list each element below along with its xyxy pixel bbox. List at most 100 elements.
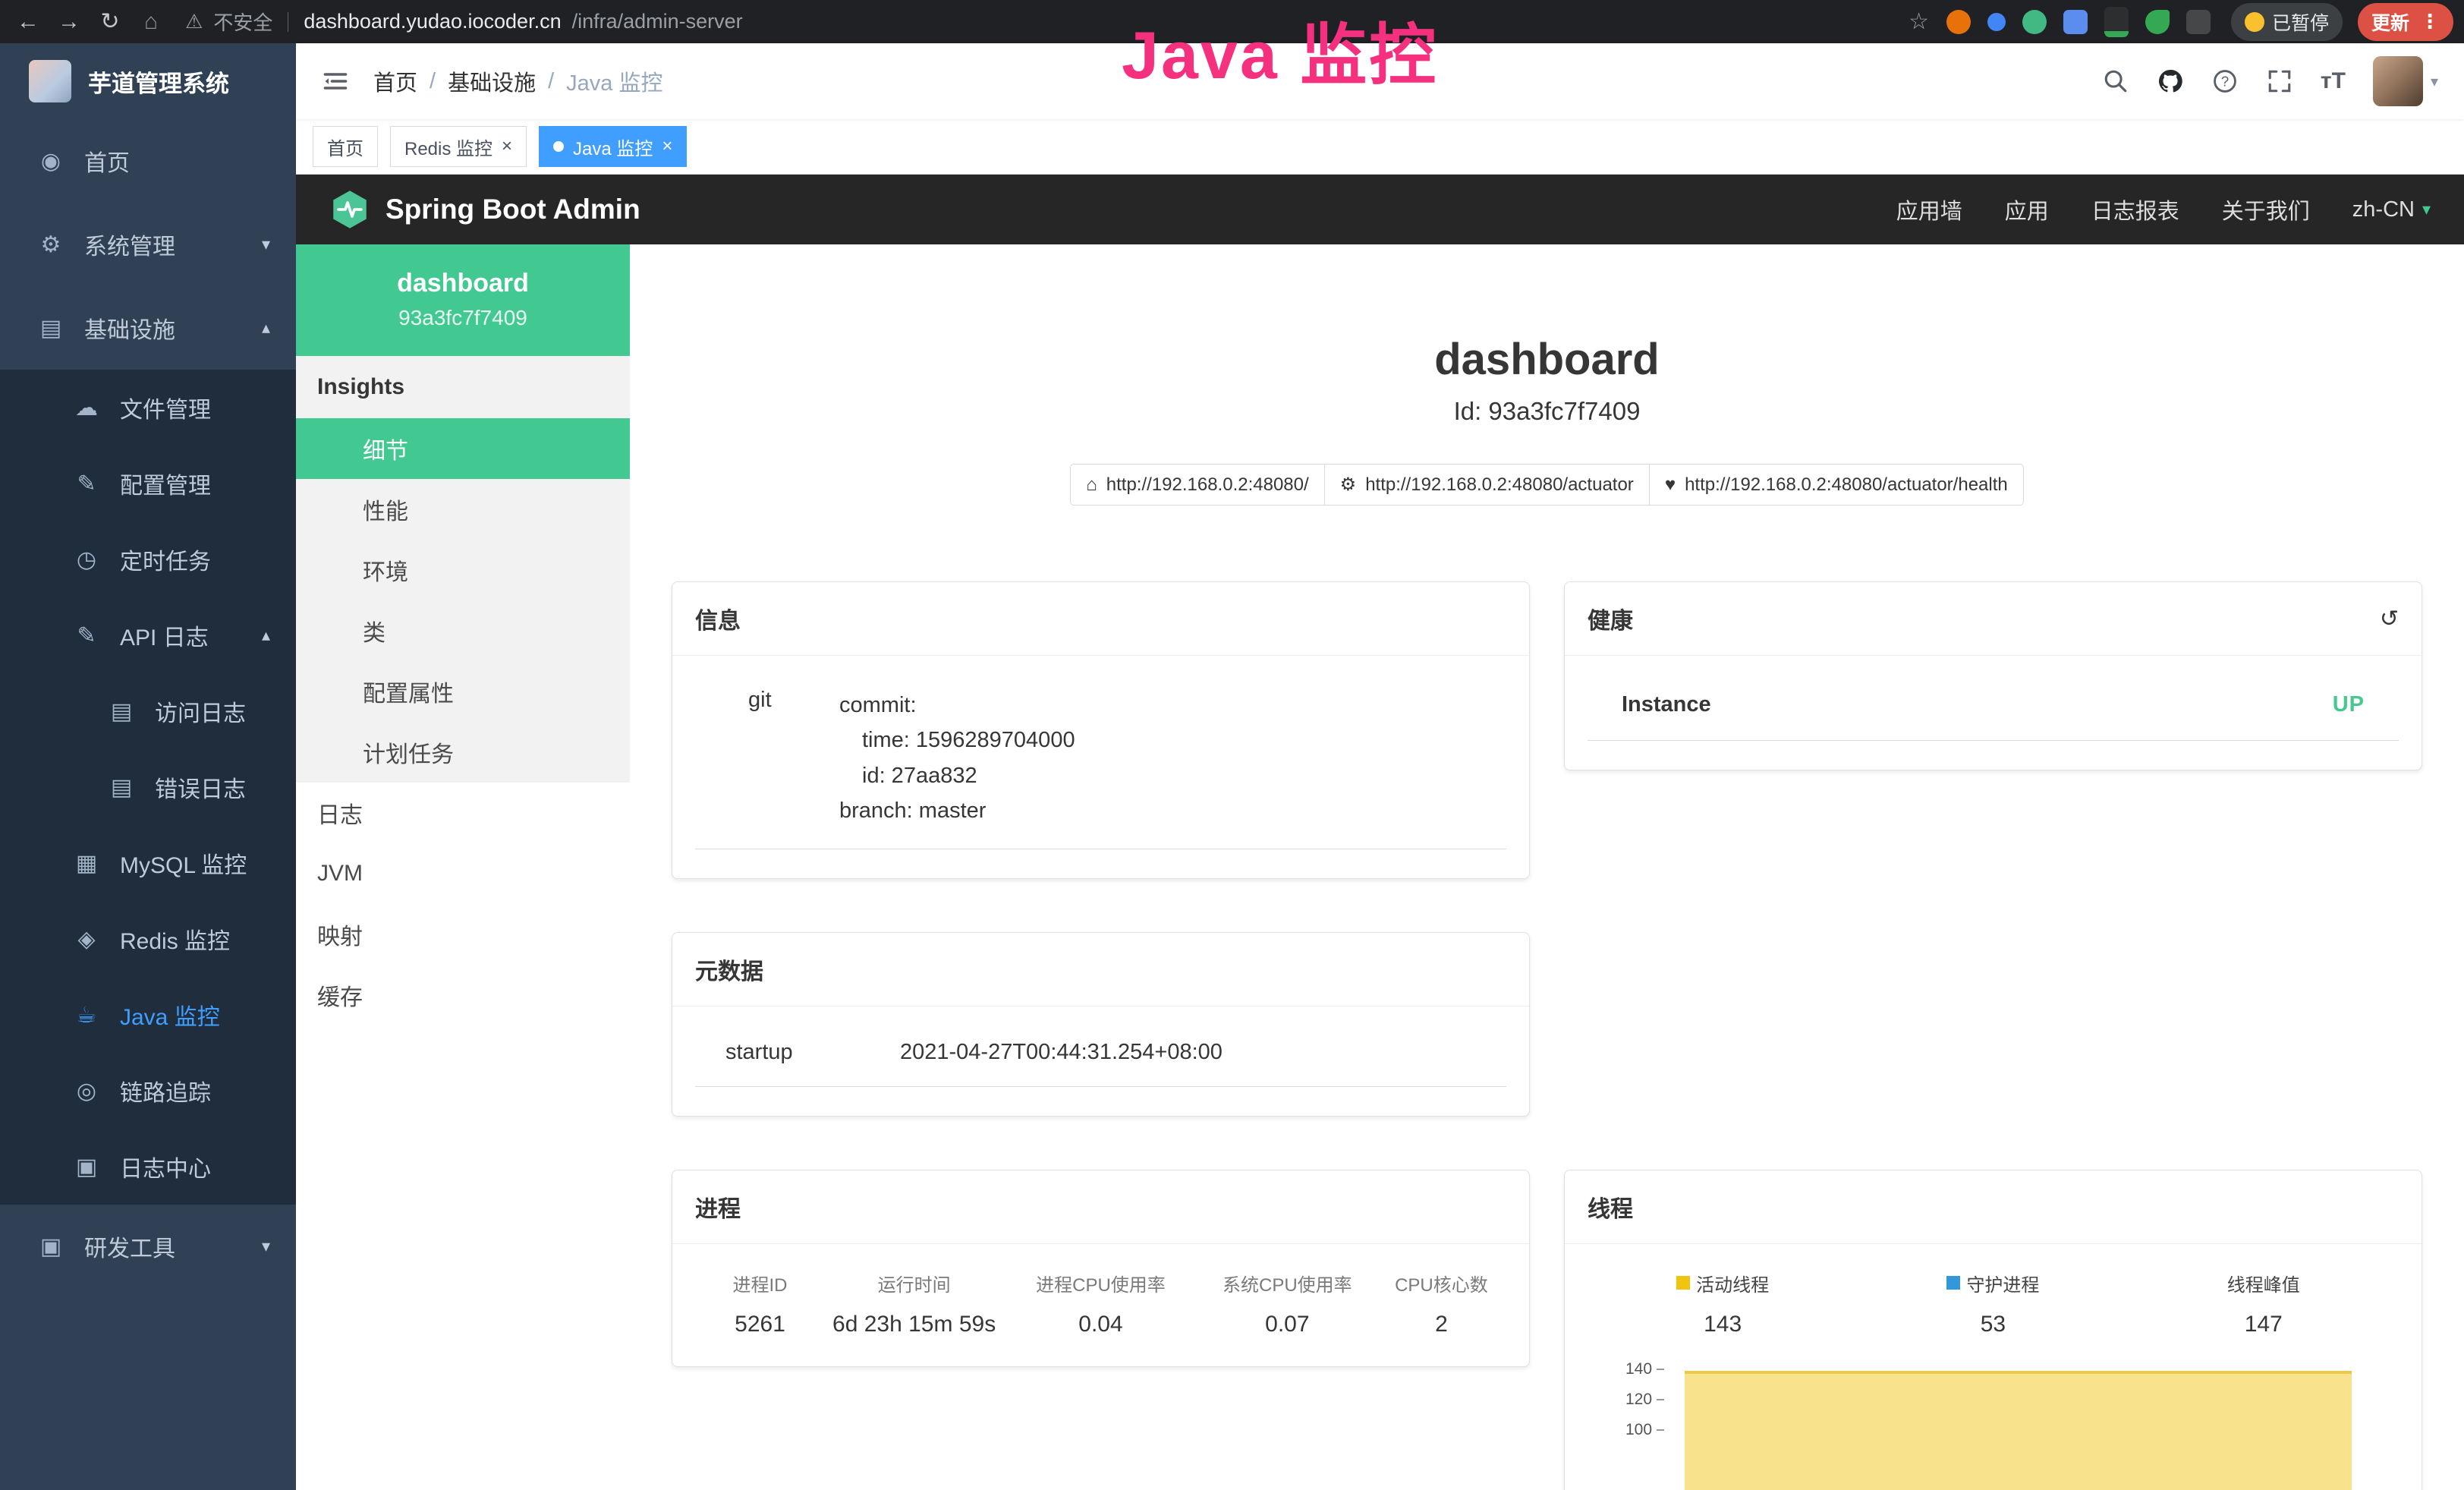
bookmark-star-icon[interactable]: ☆: [1909, 8, 1929, 35]
process-col-cpu-cores: CPU核心数 2: [1377, 1270, 1506, 1337]
user-menu[interactable]: ▾: [2373, 56, 2438, 106]
sidebar-item-redis-monitor[interactable]: ◈ Redis 监控: [0, 901, 296, 977]
sidebar-item-scheduled-tasks[interactable]: ◷ 定时任务: [0, 521, 296, 597]
sidebar-item-java-monitor[interactable]: ☕ Java 监控: [0, 977, 296, 1053]
search-icon[interactable]: [2102, 68, 2129, 95]
redis-icon: ◈: [70, 926, 103, 953]
sidebar-item-label: 访问日志: [155, 695, 246, 728]
log-edit-icon: ✎: [70, 622, 103, 649]
tag-java-monitor[interactable]: Java 监控 ×: [539, 126, 687, 167]
sidebar-logo[interactable]: 芋道管理系统: [0, 43, 296, 119]
cards-grid: 信息 git commit: time: 1596289704000 id: 2…: [672, 581, 2422, 1490]
sba-item-environment[interactable]: 环境: [296, 540, 630, 600]
health-instance-row[interactable]: Instance UP: [1588, 677, 2399, 741]
sba-item-metrics[interactable]: 性能: [296, 479, 630, 540]
sidebar-item-trace[interactable]: ◎ 链路追踪: [0, 1053, 296, 1129]
tag-label: Java 监控: [573, 134, 653, 160]
logo-title: 芋道管理系统: [88, 65, 229, 99]
database-icon: ▦: [70, 850, 103, 877]
sidebar-item-mysql-monitor[interactable]: ▦ MySQL 监控: [0, 825, 296, 901]
wrench-icon: ⚙: [1340, 474, 1357, 496]
breadcrumb-home[interactable]: 首页: [373, 65, 417, 97]
instance-header[interactable]: dashboard 93a3fc7f7409: [296, 244, 630, 356]
update-button[interactable]: 更新 ⋮: [2358, 3, 2453, 41]
sba-nav-about[interactable]: 关于我们: [2222, 194, 2310, 225]
hamburger-icon[interactable]: [322, 68, 349, 95]
spring-boot-admin-frame: Spring Boot Admin 应用墙 应用 日志报表 关于我们 zh-CN…: [296, 175, 2464, 1490]
chevron-up-icon: ▴: [262, 318, 270, 338]
sba-brand-name: Spring Boot Admin: [385, 194, 640, 225]
sidebar-item-infrastructure[interactable]: ▤ 基础设施 ▴: [0, 286, 296, 370]
reload-button[interactable]: ↻: [93, 8, 127, 35]
font-size-icon[interactable]: тT: [2321, 68, 2346, 94]
sba-item-jvm[interactable]: JVM: [296, 843, 630, 904]
process-col-pid: 进程ID 5261: [695, 1270, 825, 1337]
sidebar-item-label: 错误日志: [155, 770, 246, 804]
extension-icon-7[interactable]: [2186, 10, 2211, 34]
forward-button[interactable]: →: [52, 9, 87, 35]
paused-profile-badge[interactable]: 已暂停: [2231, 3, 2343, 41]
document-icon: ▤: [105, 774, 138, 801]
sba-nav-wallboard[interactable]: 应用墙: [1896, 194, 1962, 225]
process-col-system-cpu: 系统CPU使用率 0.07: [1198, 1270, 1377, 1337]
close-icon[interactable]: ×: [662, 137, 672, 156]
sidebar-item-config-management[interactable]: ✎ 配置管理: [0, 446, 296, 521]
back-button[interactable]: ←: [11, 9, 46, 35]
sba-item-classes[interactable]: 类: [296, 600, 630, 661]
legend-value: 147: [2129, 1312, 2399, 1337]
security-badge[interactable]: 不安全: [213, 8, 272, 36]
threads-card-body: 活动线程 143 守护进程: [1565, 1244, 2422, 1490]
tag-redis-monitor[interactable]: Redis 监控 ×: [390, 126, 527, 167]
extension-icon-6[interactable]: [2145, 10, 2170, 34]
sidebar-item-log-center[interactable]: ▣ 日志中心: [0, 1129, 296, 1205]
extension-icon-5[interactable]: [2104, 7, 2129, 37]
service-url-link[interactable]: ⌂ http://192.168.0.2:48080/: [1070, 464, 1324, 506]
process-col-uptime: 运行时间 6d 23h 15m 59s: [825, 1270, 1003, 1337]
close-icon[interactable]: ×: [502, 137, 512, 156]
github-icon[interactable]: [2157, 68, 2184, 95]
sba-item-details[interactable]: 细节: [296, 418, 630, 479]
vue-devtools-icon[interactable]: [2022, 10, 2047, 34]
sba-brand[interactable]: Spring Boot Admin: [329, 189, 640, 230]
help-icon[interactable]: ?: [2211, 68, 2239, 95]
sba-item-scheduled-tasks[interactable]: 计划任务: [296, 722, 630, 783]
browser-menu-icon[interactable]: ⋮: [2420, 10, 2440, 33]
sba-locale-select[interactable]: zh-CN ▾: [2352, 197, 2431, 222]
home-button[interactable]: ⌂: [134, 9, 168, 35]
sidebar-item-file-management[interactable]: ☁ 文件管理: [0, 370, 296, 446]
fullscreen-icon[interactable]: [2266, 68, 2293, 95]
sba-nav-applications[interactable]: 应用: [2005, 194, 2049, 225]
sidebar-item-access-logs[interactable]: ▤ 访问日志: [0, 673, 296, 749]
extension-icon-2[interactable]: [1987, 13, 2006, 31]
health-card: 健康 ↺ Instance UP: [1564, 581, 2422, 770]
history-icon[interactable]: ↺: [2380, 606, 2399, 632]
sidebar-item-label: API 日志: [120, 619, 209, 652]
sidebar-item-api-logs[interactable]: ✎ API 日志 ▴: [0, 597, 296, 673]
sidebar-item-system-management[interactable]: ⚙ 系统管理 ▾: [0, 203, 296, 286]
sidebar-item-error-logs[interactable]: ▤ 错误日志: [0, 749, 296, 825]
process-card: 进程 进程ID 5261 运行时间: [672, 1170, 1530, 1367]
health-icon: ♥: [1665, 474, 1676, 496]
process-table: 进程ID 5261 运行时间 6d 23h 15m 59s: [695, 1265, 1506, 1337]
tag-home[interactable]: 首页: [313, 126, 378, 167]
sidebar-item-label: 链路追踪: [120, 1074, 211, 1107]
breadcrumb-infrastructure[interactable]: 基础设施: [448, 65, 536, 97]
sidebar-item-dev-tools[interactable]: ▣ 研发工具 ▾: [0, 1205, 296, 1288]
update-label: 更新: [2371, 8, 2409, 36]
extension-icon-4[interactable]: [2063, 10, 2088, 34]
sidebar-item-home[interactable]: ◉ 首页: [0, 119, 296, 203]
avatar[interactable]: [2373, 56, 2423, 106]
sba-item-caches[interactable]: 缓存: [296, 965, 630, 1025]
sba-item-mappings[interactable]: 映射: [296, 904, 630, 965]
chevron-down-icon: ▾: [2422, 200, 2431, 219]
health-url-link[interactable]: ♥ http://192.168.0.2:48080/actuator/heal…: [1649, 464, 2024, 506]
sba-item-config-props[interactable]: 配置属性: [296, 661, 630, 722]
address-bar[interactable]: ⚠ 不安全 dashboard.yudao.iocoder.cn /infra/…: [185, 8, 743, 36]
column-header: CPU核心数: [1377, 1270, 1506, 1296]
sba-nav: 应用墙 应用 日志报表 关于我们 zh-CN ▾: [1896, 194, 2431, 225]
sba-nav-journal[interactable]: 日志报表: [2091, 194, 2179, 225]
eye-icon: ◎: [70, 1078, 103, 1104]
extension-icon-1[interactable]: [1946, 10, 1971, 34]
actuator-url-link[interactable]: ⚙ http://192.168.0.2:48080/actuator: [1324, 464, 1650, 506]
sba-item-logs[interactable]: 日志: [296, 783, 630, 843]
